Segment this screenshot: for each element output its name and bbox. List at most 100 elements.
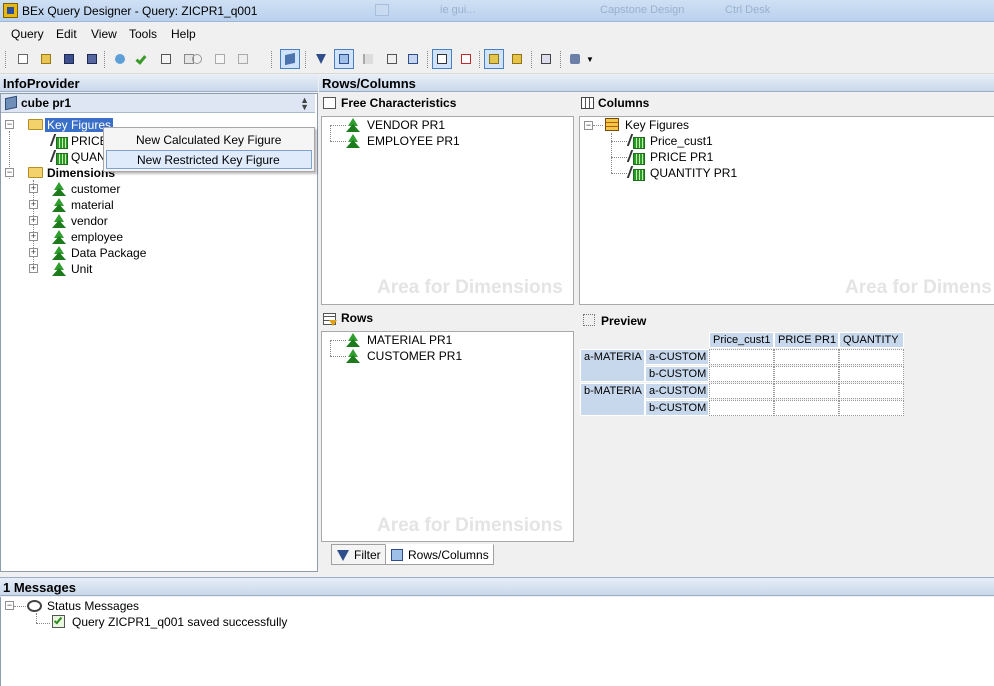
infoprovider-selector[interactable]: cube pr1 ▲ ▼	[1, 94, 315, 113]
key-figure-icon	[52, 150, 68, 165]
menu-edit[interactable]: Edit	[56, 27, 77, 41]
rows-columns-icon[interactable]	[334, 49, 354, 69]
background-tab: Ctrl Desk	[725, 4, 771, 16]
menu-tools[interactable]: Tools	[129, 27, 157, 41]
save-icon[interactable]	[61, 51, 77, 67]
publish-icon[interactable]	[112, 51, 128, 67]
collapse-key-figures-icon[interactable]: −	[584, 121, 593, 130]
preview-row-header: b-CUSTOM	[645, 366, 709, 382]
key-figure-icon	[629, 166, 645, 181]
key-figure-structure-icon	[605, 118, 619, 131]
rows-title: Rows	[341, 311, 374, 325]
background-tab: Capstone Design	[600, 4, 685, 16]
tasks-icon[interactable]	[458, 51, 474, 67]
preview-title: Preview	[601, 314, 647, 328]
collapse-key-figures-icon[interactable]: −	[5, 120, 14, 129]
new-icon[interactable]	[15, 51, 31, 67]
preview-cell	[709, 366, 774, 382]
filter-icon[interactable]	[313, 51, 329, 67]
toolbar-separator	[305, 51, 306, 68]
preview-cell	[839, 383, 904, 399]
save-all-icon[interactable]	[84, 51, 100, 67]
where-used-icon[interactable]	[538, 51, 554, 67]
preview-cell	[709, 349, 774, 365]
exceptions-icon[interactable]	[360, 51, 376, 67]
cut-icon[interactable]	[189, 51, 205, 67]
preview-row-header: a-CUSTOM	[645, 383, 709, 399]
characteristic-icon	[346, 333, 360, 347]
infoprovider-toggle-icon[interactable]	[280, 49, 300, 69]
columns-title: Columns	[598, 96, 650, 110]
technical-names-icon[interactable]	[509, 51, 525, 67]
menu-bar: Query Edit View Tools Help	[0, 23, 994, 44]
toolbar-separator	[104, 51, 105, 68]
preview-cell	[774, 383, 839, 399]
paste-icon[interactable]	[235, 51, 251, 67]
preview-cell	[774, 366, 839, 382]
filter-icon	[337, 550, 349, 561]
check-icon[interactable]	[135, 51, 151, 67]
key-figure-icon	[629, 134, 645, 149]
toolbar-grip	[5, 51, 6, 68]
sort-toggle-icon[interactable]: ▲ ▼	[300, 96, 309, 112]
characteristic-icon	[52, 198, 66, 212]
expand-icon[interactable]: +	[29, 248, 38, 257]
documents-icon[interactable]	[484, 49, 504, 69]
expand-icon[interactable]: +	[29, 184, 38, 193]
preview-col-header: QUANTITY	[839, 332, 904, 348]
collapse-status-messages-icon[interactable]: −	[5, 601, 14, 610]
copy-icon[interactable]	[212, 51, 228, 67]
tools-menu-icon[interactable]: ▼	[567, 51, 595, 67]
menu-view[interactable]: View	[91, 27, 117, 41]
menu-query[interactable]: Query	[11, 27, 44, 41]
title-bar: BEx Query Designer - Query: ZICPR1_q001 …	[0, 0, 994, 22]
toolbar-separator	[560, 51, 561, 68]
cube-icon	[5, 95, 17, 111]
folder-icon	[28, 167, 43, 178]
background-tab: ie gui...	[440, 4, 476, 16]
collapse-dimensions-icon[interactable]: −	[5, 168, 14, 177]
menu-item-new-restricted-key-figure[interactable]: New Restricted Key Figure	[106, 150, 312, 169]
characteristic-icon	[52, 262, 66, 276]
rows-arrow-icon	[329, 320, 337, 326]
area-watermark: Area for Dimensions	[377, 515, 563, 536]
preview-cell	[709, 383, 774, 399]
columns-icon	[581, 97, 594, 109]
expand-icon[interactable]: +	[29, 232, 38, 241]
area-watermark: Area for Dimens	[845, 277, 992, 298]
key-figure-icon	[629, 150, 645, 165]
toolbar-separator	[427, 51, 428, 68]
status-messages-icon	[27, 600, 42, 612]
cells-icon[interactable]	[405, 51, 421, 67]
cube-name: cube pr1	[21, 96, 72, 110]
characteristic-icon	[52, 182, 66, 196]
preview-cell	[839, 349, 904, 365]
open-icon[interactable]	[38, 51, 54, 67]
properties-icon[interactable]	[158, 51, 174, 67]
key-figure-icon	[52, 134, 68, 149]
toolbar-separator	[531, 51, 532, 68]
preview-row-header: a-CUSTOM	[645, 349, 709, 365]
tab-filter[interactable]: Filter	[331, 544, 386, 565]
properties-pane-icon[interactable]	[432, 49, 452, 69]
menu-help[interactable]: Help	[171, 27, 196, 41]
preview-cell	[709, 400, 774, 416]
preview-cell	[774, 349, 839, 365]
rows-columns-icon	[391, 549, 403, 561]
preview-cell	[839, 366, 904, 382]
characteristic-icon	[346, 349, 360, 363]
expand-icon[interactable]: +	[29, 264, 38, 273]
conditions-icon[interactable]	[384, 51, 400, 67]
context-menu: New Calculated Key Figure New Restricted…	[103, 127, 315, 172]
characteristic-icon	[52, 214, 66, 228]
expand-icon[interactable]: +	[29, 200, 38, 209]
messages-panel: − Status Messages Query ZICPR1_q001 save…	[0, 597, 994, 686]
messages-header: 1 Messages	[0, 577, 994, 596]
infoprovider-header: InfoProvider	[0, 75, 318, 92]
characteristic-icon	[52, 246, 66, 260]
menu-item-new-calculated-key-figure[interactable]: New Calculated Key Figure	[106, 130, 312, 149]
preview-row-group: b-MATERIA	[580, 383, 645, 416]
characteristic-icon	[52, 230, 66, 244]
expand-icon[interactable]: +	[29, 216, 38, 225]
tab-rows-columns[interactable]: Rows/Columns	[385, 544, 494, 565]
